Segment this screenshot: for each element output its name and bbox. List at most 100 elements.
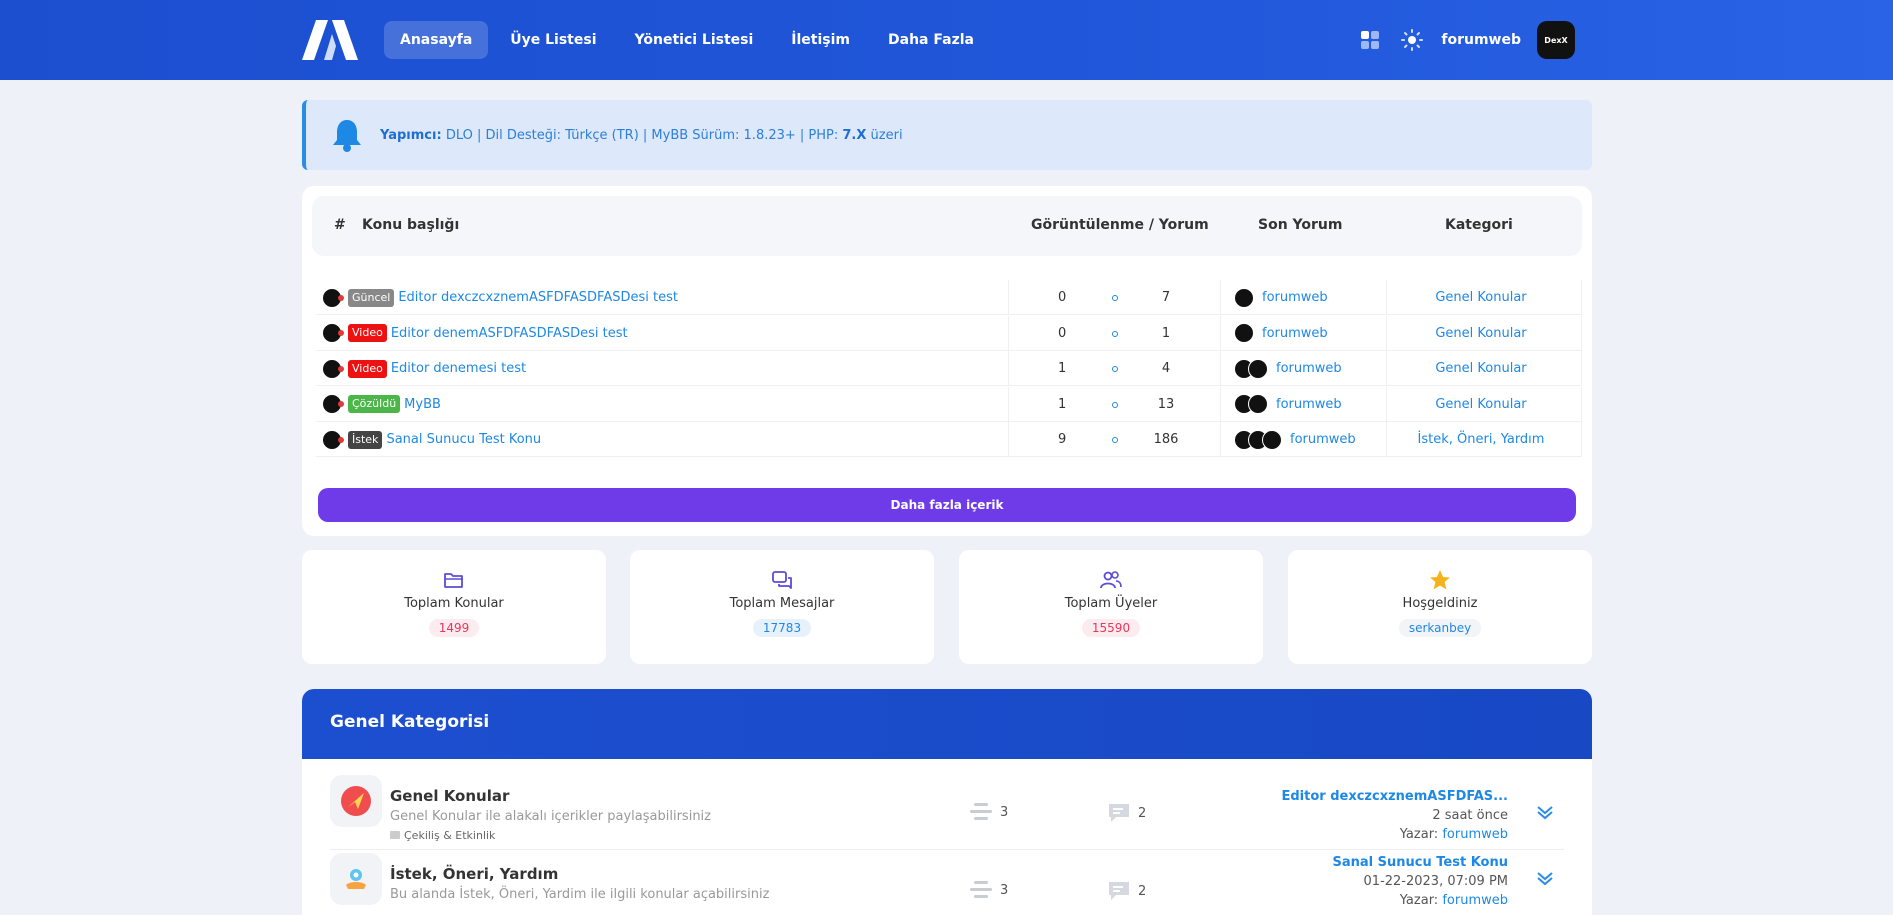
forum-row[interactable]: Genel Konular Genel Konular ile alakalı … bbox=[330, 763, 1564, 843]
forum-thread-count: 3 bbox=[970, 803, 1008, 821]
last-reply-cell: forumweb bbox=[1234, 387, 1342, 422]
stat-value: 1499 bbox=[428, 619, 480, 637]
column-divider bbox=[1008, 351, 1009, 386]
avatar[interactable] bbox=[322, 287, 344, 308]
topic-category-link[interactable]: Genel Konular bbox=[1386, 387, 1576, 422]
stat-value: 17783 bbox=[752, 619, 812, 637]
last-reply-user[interactable]: forumweb bbox=[1276, 361, 1342, 376]
header-username[interactable]: forumweb bbox=[1441, 32, 1521, 48]
reply-count: 13 bbox=[1157, 396, 1175, 412]
forum-post-count: 2 bbox=[1108, 803, 1146, 823]
topic-category-link[interactable]: Genel Konular bbox=[1386, 351, 1576, 386]
last-reply-user[interactable]: forumweb bbox=[1262, 290, 1328, 305]
chevron-down-icon[interactable] bbox=[1536, 869, 1554, 887]
topic-row[interactable]: Çözüldü MyBB 1 13 forumweb Genel Konular bbox=[316, 386, 1582, 422]
reply-count: 4 bbox=[1161, 361, 1171, 376]
user-avatar[interactable]: DexX bbox=[1537, 21, 1575, 59]
header-user-area: forumweb DexX bbox=[1357, 21, 1575, 59]
column-divider bbox=[1008, 315, 1009, 351]
topic-title-link[interactable]: MyBB bbox=[404, 397, 441, 412]
col-last: Son Yorum bbox=[1258, 217, 1343, 233]
avatar[interactable] bbox=[322, 323, 344, 343]
column-divider bbox=[1220, 315, 1221, 351]
avatar[interactable] bbox=[322, 429, 344, 450]
topic-row[interactable]: İstek Sanal Sunucu Test Konu 9 186 forumweb İ… bbox=[316, 422, 1582, 457]
topic-category-link[interactable]: Genel Konular bbox=[1386, 280, 1576, 315]
last-post-title[interactable]: Editor dexczcxznemASFDFAS... bbox=[1281, 787, 1508, 806]
topic-row[interactable]: Video Editor denemASFDFASDFASDesi test 0 1 f… bbox=[316, 315, 1582, 351]
author-label: Yazar: bbox=[1399, 827, 1439, 842]
column-divider bbox=[1008, 422, 1009, 457]
post-count: 2 bbox=[1138, 883, 1147, 899]
separator-dot-icon bbox=[1112, 280, 1118, 315]
author-label: Yazar: bbox=[1399, 893, 1439, 908]
topic-title-cell: İstek Sanal Sunucu Test Konu bbox=[322, 422, 541, 457]
avatar[interactable] bbox=[1248, 358, 1268, 379]
topic-title-link[interactable]: Editor denemASFDFASDFASDesi test bbox=[391, 326, 628, 341]
column-divider bbox=[1581, 280, 1582, 315]
forum-name[interactable]: İstek, Öneri, Yardım bbox=[390, 865, 558, 883]
view-count: 9 bbox=[1058, 432, 1067, 447]
last-post-date: 2 saat önce bbox=[1432, 808, 1508, 823]
threads-icon bbox=[970, 803, 992, 820]
stat-total-topics: Toplam Konular 1499 bbox=[302, 550, 606, 664]
last-reply-cell: forumweb bbox=[1234, 351, 1342, 386]
topic-category-link[interactable]: İstek, Öneri, Yardım bbox=[1386, 422, 1576, 457]
top-navbar: Anasayfa Üye Listesi Yönetici Listesi İl… bbox=[0, 0, 1893, 80]
topic-row[interactable]: Güncel Editor dexczcxznemASFDFASDFASDesi … bbox=[316, 280, 1582, 315]
column-divider bbox=[1008, 280, 1009, 315]
latest-topics-card: # Konu başlığı Görüntülenme / Yorum Son … bbox=[302, 186, 1592, 536]
avatar[interactable] bbox=[1262, 429, 1282, 450]
view-count: 0 bbox=[1058, 290, 1067, 305]
chevron-down-icon[interactable] bbox=[1536, 803, 1554, 821]
last-post-title[interactable]: Sanal Sunucu Test Konu bbox=[1333, 853, 1508, 872]
nav-more[interactable]: Daha Fazla bbox=[872, 21, 990, 59]
avatar[interactable] bbox=[322, 394, 344, 414]
avatar[interactable] bbox=[322, 358, 344, 379]
topic-title-link[interactable]: Editor denemesi test bbox=[391, 361, 526, 376]
site-logo[interactable] bbox=[302, 20, 358, 60]
last-reply-user[interactable]: forumweb bbox=[1276, 397, 1342, 412]
stat-value[interactable]: serkanbey bbox=[1398, 619, 1482, 637]
col-title: Konu başlığı bbox=[362, 217, 460, 233]
topic-prefix-badge: Çözüldü bbox=[348, 395, 401, 413]
column-divider bbox=[1220, 351, 1221, 386]
column-divider bbox=[1220, 386, 1221, 422]
nav-home[interactable]: Anasayfa bbox=[384, 21, 489, 59]
grid-icon[interactable] bbox=[1357, 27, 1383, 53]
last-reply-cell: forumweb bbox=[1234, 280, 1328, 315]
avatar[interactable] bbox=[1234, 323, 1254, 343]
last-reply-user[interactable]: forumweb bbox=[1262, 326, 1328, 341]
col-views: Görüntülenme / Yorum bbox=[1031, 217, 1209, 233]
reply-count: 1 bbox=[1161, 325, 1171, 341]
bell-icon bbox=[333, 120, 361, 152]
last-post-author[interactable]: forumweb bbox=[1442, 893, 1508, 908]
avatar[interactable] bbox=[1234, 287, 1254, 308]
more-content-button[interactable]: Daha fazla içerik bbox=[318, 488, 1576, 522]
last-reply-user[interactable]: forumweb bbox=[1290, 432, 1356, 447]
forum-post-count: 2 bbox=[1108, 881, 1146, 901]
folder-icon bbox=[444, 573, 463, 588]
nav-member-list[interactable]: Üye Listesi bbox=[494, 21, 612, 59]
nav-contact[interactable]: İletişim bbox=[775, 21, 866, 59]
star-icon bbox=[1430, 570, 1450, 590]
nav-admin-list[interactable]: Yönetici Listesi bbox=[619, 21, 770, 59]
forum-icon bbox=[330, 853, 382, 905]
forum-thread-count: 3 bbox=[970, 881, 1008, 899]
theme-toggle-icon[interactable] bbox=[1399, 27, 1425, 53]
avatar[interactable] bbox=[1248, 394, 1268, 414]
forum-name[interactable]: Genel Konular bbox=[390, 787, 509, 805]
last-post-author[interactable]: forumweb bbox=[1442, 827, 1508, 842]
topic-title-cell: Çözüldü MyBB bbox=[322, 387, 441, 422]
column-divider bbox=[1581, 351, 1582, 386]
topic-row[interactable]: Video Editor denemesi test 1 4 forumweb Genel… bbox=[316, 351, 1582, 386]
view-count: 1 bbox=[1058, 361, 1067, 376]
stat-welcome: Hoşgeldiniz serkanbey bbox=[1288, 550, 1592, 664]
topic-category-link[interactable]: Genel Konular bbox=[1386, 316, 1576, 351]
forum-row[interactable]: İstek, Öneri, Yardım Bu alanda İstek, Ön… bbox=[330, 841, 1564, 915]
last-reply-cell: forumweb bbox=[1234, 422, 1356, 457]
separator-dot-icon bbox=[1112, 422, 1118, 457]
category-title: Genel Kategorisi bbox=[330, 712, 490, 732]
topic-title-link[interactable]: Sanal Sunucu Test Konu bbox=[386, 432, 541, 447]
topic-title-link[interactable]: Editor dexczcxznemASFDFASDFASDesi test bbox=[398, 290, 678, 305]
